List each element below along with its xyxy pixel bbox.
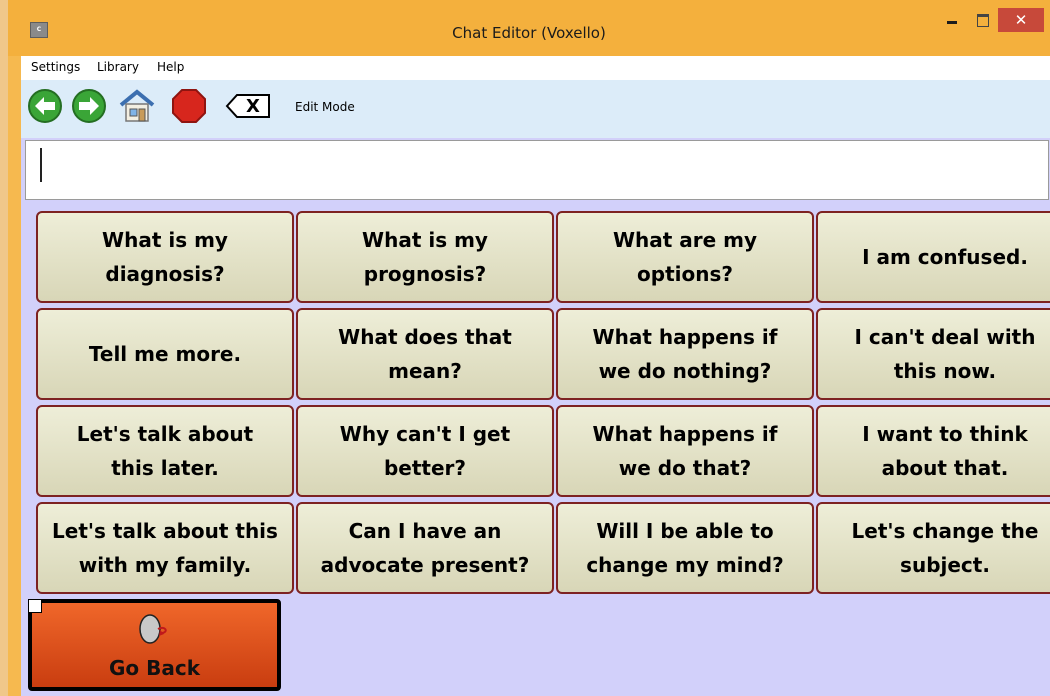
edit-mode-label: Edit Mode xyxy=(295,100,355,114)
phrase-button[interactable]: Can I have an advocate present? xyxy=(296,502,554,594)
phrase-label: What happens if we do nothing? xyxy=(592,325,778,383)
maximize-button[interactable] xyxy=(968,8,998,32)
main-content: Settings Library Help X Edit Mode What i… xyxy=(21,56,1050,696)
toolbar: X Edit Mode xyxy=(21,80,1050,138)
go-back-button[interactable]: Go Back xyxy=(28,599,281,691)
phrase-button[interactable]: Tell me more. xyxy=(36,308,294,400)
phrase-label: I can't deal with this now. xyxy=(854,325,1036,383)
app-window: C Chat Editor (Voxello) ✕ Settings Libra… xyxy=(8,0,1050,696)
phrase-button[interactable]: Will I be able to change my mind? xyxy=(556,502,814,594)
menu-library[interactable]: Library xyxy=(97,60,139,74)
message-input[interactable] xyxy=(25,140,1049,200)
text-caret xyxy=(40,148,42,182)
clear-text-glyph: X xyxy=(246,96,260,117)
phrase-label: Why can't I get better? xyxy=(339,422,511,480)
window-title: Chat Editor (Voxello) xyxy=(452,24,606,42)
go-back-label: Go Back xyxy=(108,656,200,680)
phrase-button[interactable]: What happens if we do nothing? xyxy=(556,308,814,400)
phrase-label: What happens if we do that? xyxy=(592,422,778,480)
phrase-button[interactable]: I can't deal with this now. xyxy=(816,308,1050,400)
forward-arrow-icon[interactable] xyxy=(71,88,107,124)
phrase-label: Will I be able to change my mind? xyxy=(586,519,784,577)
phrase-label: Let's change the subject. xyxy=(851,519,1039,577)
phrase-label: Let's talk about this later. xyxy=(76,422,254,480)
back-arrow-icon[interactable] xyxy=(27,88,63,124)
phrase-button[interactable]: What is my diagnosis? xyxy=(36,211,294,303)
phrase-button[interactable]: Let's talk about this later. xyxy=(36,405,294,497)
phrase-label: Can I have an advocate present? xyxy=(320,519,530,577)
go-back-icon xyxy=(133,611,173,647)
stop-icon[interactable] xyxy=(171,88,207,124)
phrase-button[interactable]: I want to think about that. xyxy=(816,405,1050,497)
phrase-button[interactable]: Let's change the subject. xyxy=(816,502,1050,594)
clear-text-icon[interactable]: X xyxy=(225,88,273,124)
phrase-button[interactable]: I am confused. xyxy=(816,211,1050,303)
phrase-button[interactable]: Why can't I get better? xyxy=(296,405,554,497)
phrase-label: I am confused. xyxy=(862,245,1028,269)
title-bar: C Chat Editor (Voxello) ✕ xyxy=(8,0,1050,56)
phrase-button[interactable]: What does that mean? xyxy=(296,308,554,400)
phrase-button[interactable]: What are my options? xyxy=(556,211,814,303)
minimize-button[interactable] xyxy=(938,8,968,32)
phrase-label: What does that mean? xyxy=(338,325,512,383)
menu-bar: Settings Library Help xyxy=(21,56,1050,80)
close-button[interactable]: ✕ xyxy=(998,8,1044,32)
menu-settings[interactable]: Settings xyxy=(31,60,80,74)
phrase-button[interactable]: What is my prognosis? xyxy=(296,211,554,303)
phrase-label: I want to think about that. xyxy=(862,422,1028,480)
phrase-label: Tell me more. xyxy=(88,342,242,366)
phrase-label: Let's talk about this with my family. xyxy=(52,519,278,577)
phrase-label: What are my options? xyxy=(612,228,758,286)
phrase-label: What is my diagnosis? xyxy=(102,228,228,286)
corner-marker-icon xyxy=(28,599,42,613)
menu-help[interactable]: Help xyxy=(157,60,184,74)
home-icon[interactable] xyxy=(117,88,155,124)
phrase-label: What is my prognosis? xyxy=(362,228,488,286)
phrase-button[interactable]: What happens if we do that? xyxy=(556,405,814,497)
phrase-button[interactable]: Let's talk about this with my family. xyxy=(36,502,294,594)
